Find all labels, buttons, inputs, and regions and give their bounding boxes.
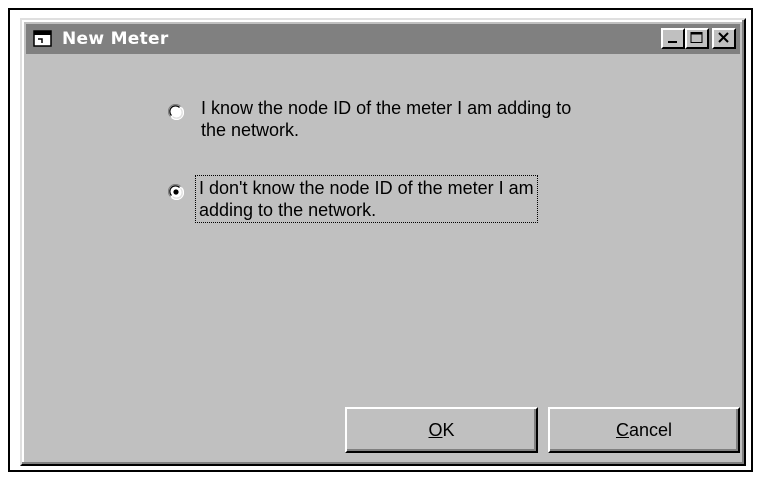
radio-button-unselected[interactable] bbox=[168, 104, 184, 120]
cancel-label: ancel bbox=[628, 419, 673, 440]
ok-label: K bbox=[442, 419, 455, 440]
cancel-button[interactable]: Cancel bbox=[548, 407, 740, 453]
dialog-window: New Meter I know the node ID of the mete… bbox=[20, 18, 746, 466]
window-title: New Meter bbox=[62, 29, 169, 49]
maximize-icon bbox=[690, 32, 703, 43]
option-label-line: adding to the network. bbox=[199, 200, 377, 220]
option-label-focused: I don't know the node ID of the meter I … bbox=[195, 175, 538, 223]
option-dont-know-node-id[interactable]: I don't know the node ID of the meter I … bbox=[168, 175, 538, 223]
app-window-icon bbox=[32, 28, 54, 50]
option-know-node-id[interactable]: I know the node ID of the meter I am add… bbox=[168, 96, 574, 142]
ok-accelerator: O bbox=[428, 419, 443, 440]
option-label-line: I know the node ID of the meter I am add… bbox=[201, 98, 572, 118]
ok-button[interactable]: OK bbox=[345, 407, 538, 453]
minimize-icon bbox=[668, 41, 677, 43]
option-label-line: the network. bbox=[201, 120, 300, 140]
option-label: I know the node ID of the meter I am add… bbox=[198, 96, 574, 142]
minimize-button[interactable] bbox=[661, 28, 685, 49]
close-button[interactable] bbox=[712, 28, 736, 49]
option-label-line: I don't know the node ID of the meter I … bbox=[199, 178, 534, 198]
close-icon bbox=[718, 32, 729, 43]
title-bar-buttons bbox=[661, 28, 736, 49]
cancel-accelerator: C bbox=[615, 419, 629, 440]
maximize-button[interactable] bbox=[685, 28, 709, 49]
radio-button-selected[interactable] bbox=[168, 184, 184, 200]
title-bar[interactable]: New Meter bbox=[26, 24, 740, 54]
